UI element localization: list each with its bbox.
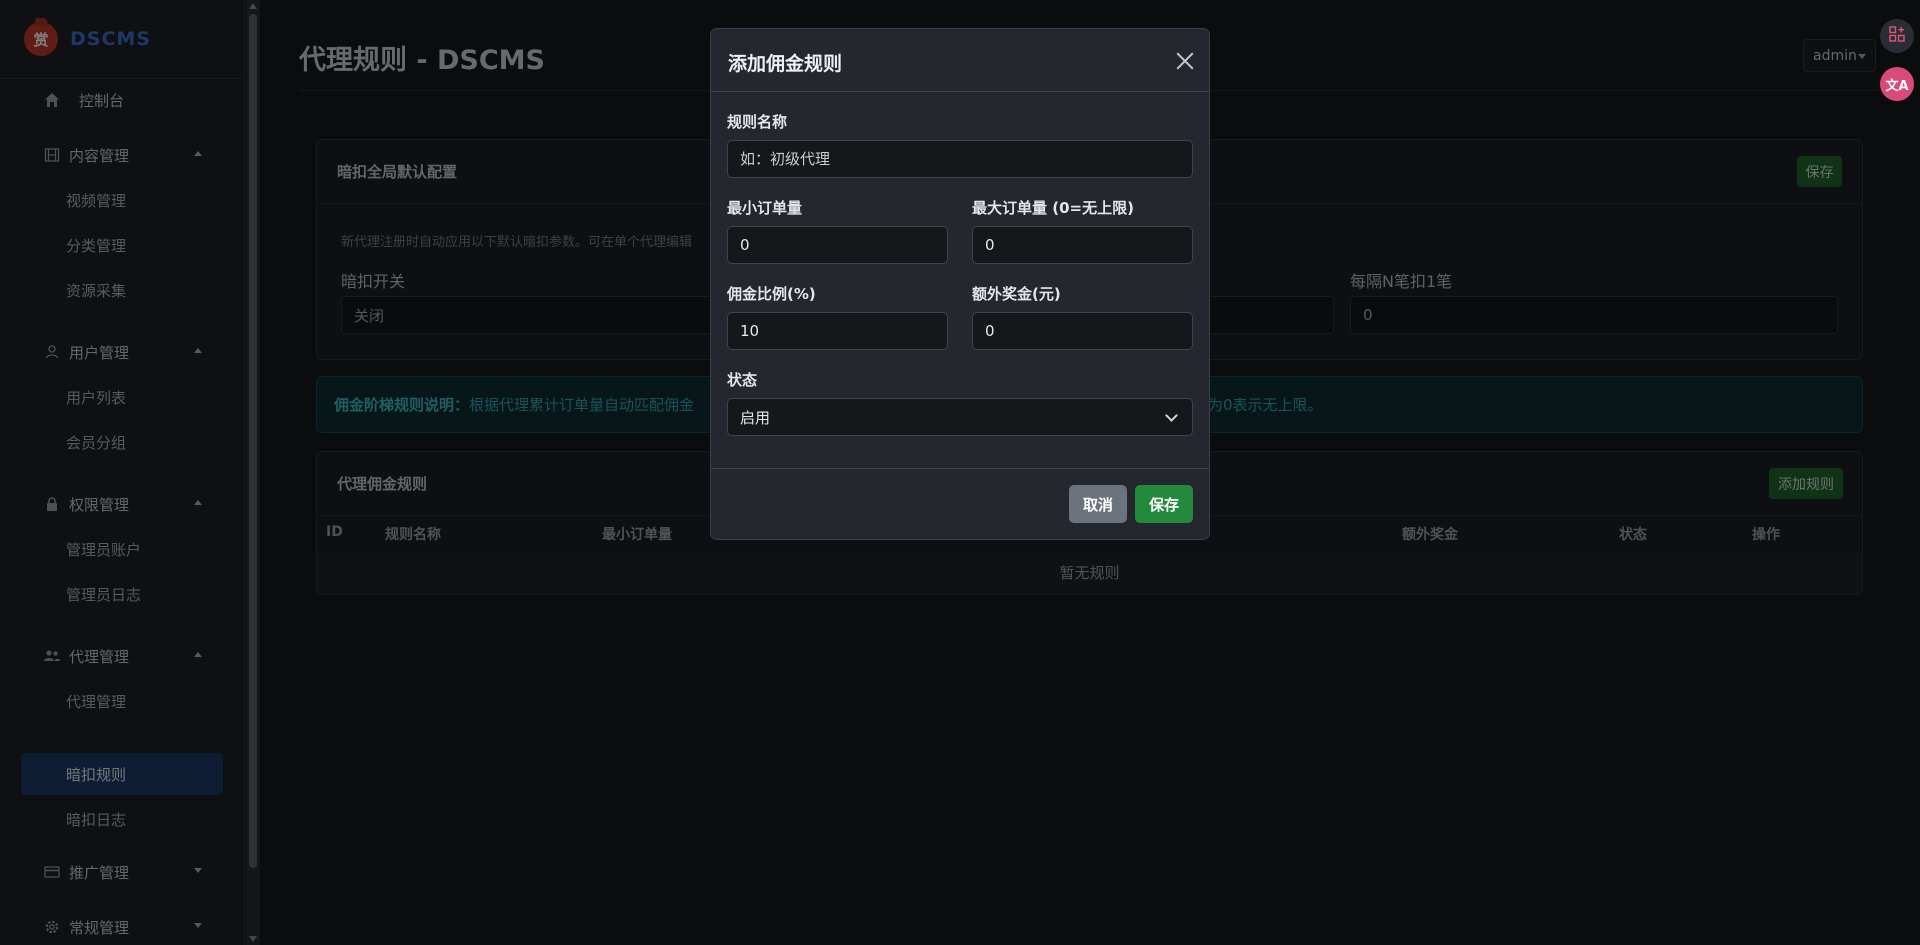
- min-orders-label: 最小订单量: [727, 199, 803, 217]
- close-icon[interactable]: [1174, 50, 1196, 72]
- commission-rate-input[interactable]: 10: [727, 312, 948, 350]
- apps-icon: [1888, 25, 1906, 47]
- modal-title: 添加佣金规则: [728, 53, 843, 75]
- max-orders-label: 最大订单量 (0=无上限): [972, 199, 1134, 217]
- apps-tool-button[interactable]: [1880, 19, 1914, 53]
- bonus-input[interactable]: 0: [972, 312, 1193, 350]
- bonus-label: 额外奖金(元): [972, 285, 1061, 303]
- chevron-down-icon: [1165, 409, 1178, 422]
- save-button[interactable]: 保存: [1135, 485, 1193, 523]
- rule-name-input[interactable]: [727, 140, 1193, 178]
- modal-header-divider: [711, 91, 1209, 92]
- translate-tool-button[interactable]: 文A: [1880, 67, 1914, 101]
- modal-footer-divider: [711, 468, 1209, 469]
- add-rule-modal: 添加佣金规则 规则名称 最小订单量 0 最大订单量 (0=无上限) 0 佣金比例…: [710, 28, 1210, 540]
- status-select-value: 启用: [740, 408, 771, 427]
- status-label: 状态: [727, 371, 758, 389]
- max-orders-input[interactable]: 0: [972, 226, 1193, 264]
- cancel-button[interactable]: 取消: [1069, 485, 1127, 523]
- min-orders-input[interactable]: 0: [727, 226, 948, 264]
- status-select[interactable]: 启用: [727, 398, 1193, 436]
- rule-name-label: 规则名称: [727, 113, 788, 131]
- commission-rate-label: 佣金比例(%): [727, 285, 816, 303]
- translate-icon: 文A: [1885, 78, 1909, 94]
